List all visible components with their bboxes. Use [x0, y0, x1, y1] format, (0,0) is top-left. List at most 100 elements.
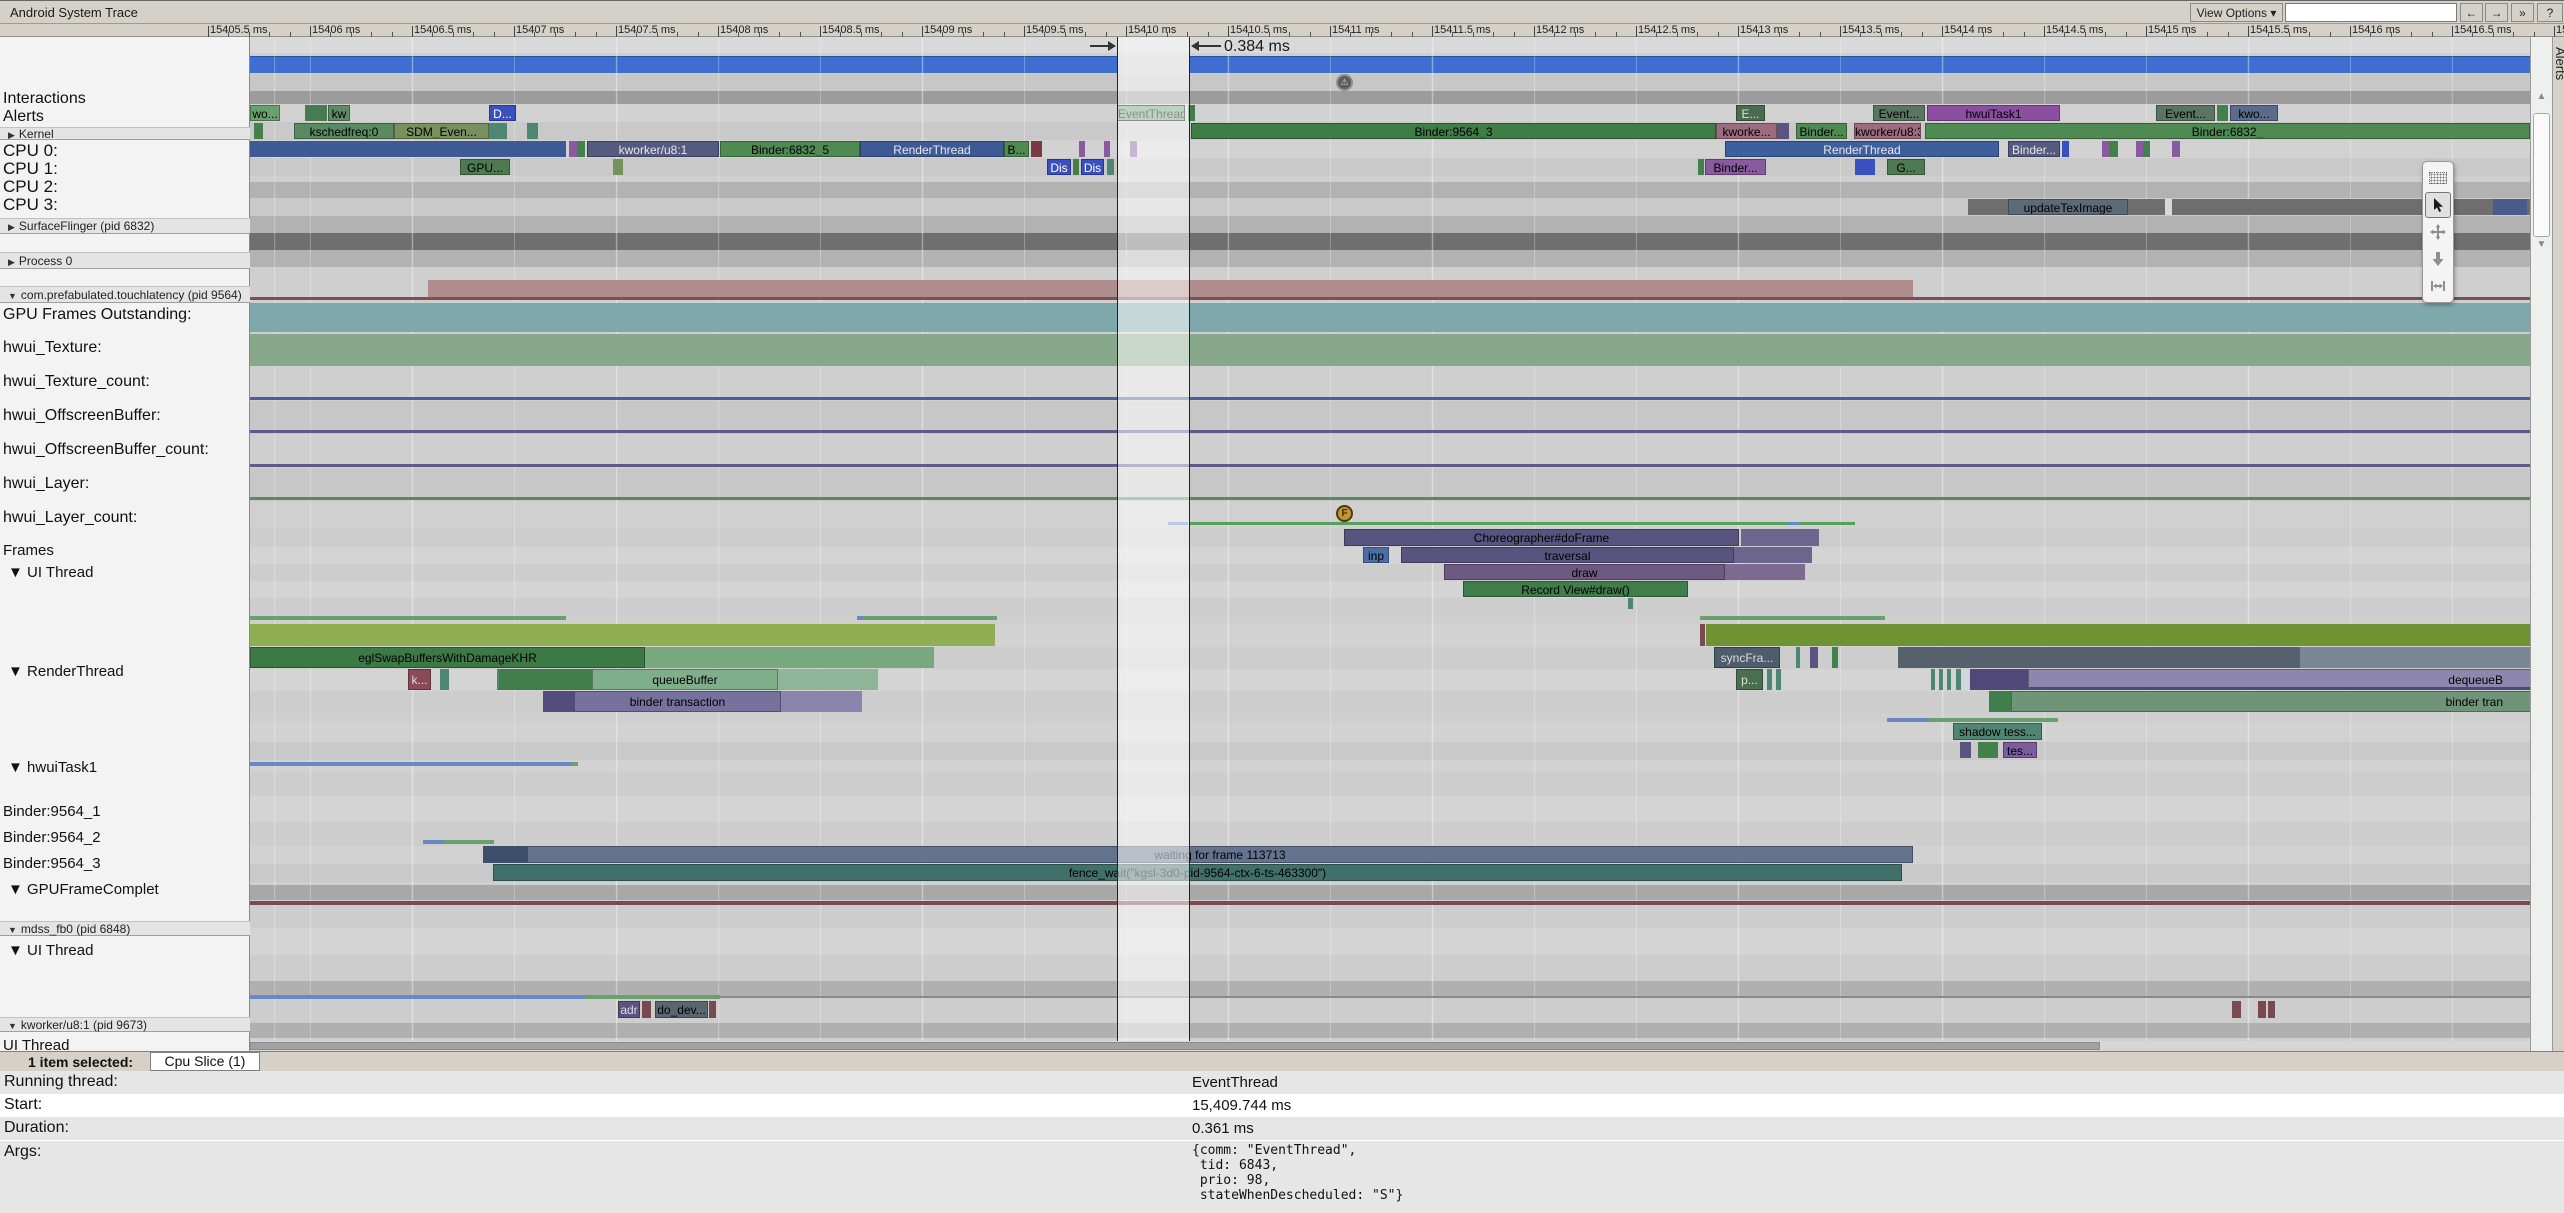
slice-binder-9564-3[interactable]: Binder:9564_3: [1191, 123, 1716, 139]
scroll-down-button[interactable]: [2425, 246, 2451, 272]
slice-tick[interactable]: [1073, 159, 1079, 175]
section-header-com-prefabulated-touchlatency-pid-9564[interactable]: ▼com.prefabulated.touchlatency (pid 9564…: [0, 286, 250, 303]
slice-tick[interactable]: [2300, 647, 2532, 668]
section-header-kernel[interactable]: ▶Kernel: [0, 127, 250, 140]
slice-waiting-for-frame-113713[interactable]: waiting for frame 113713: [527, 846, 1913, 863]
slice-binder-transaction[interactable]: binder transaction: [574, 691, 781, 712]
slice-tick[interactable]: [1810, 647, 1818, 668]
fit-width-button[interactable]: [2425, 273, 2451, 299]
slice-binder[interactable]: Binder...: [2008, 141, 2060, 157]
slice-tick[interactable]: [1777, 123, 1789, 139]
slice-fence-wait-kgsl-3d0-pid-9564-ctx-6-ts-46[interactable]: fence_wait("kgsl-3d0-pid-9564-ctx-6-ts-4…: [493, 864, 1902, 881]
slice-renderthread[interactable]: RenderThread: [860, 141, 1004, 157]
slice-sdm-even[interactable]: SDM_Even...: [394, 123, 489, 139]
slice-draw[interactable]: draw: [1444, 564, 1725, 580]
slice-tick[interactable]: [1700, 624, 1705, 646]
slice-tick[interactable]: [305, 105, 327, 121]
slice-d[interactable]: D...: [489, 105, 516, 121]
slice-event[interactable]: Event...: [1873, 105, 1925, 121]
slice-hwuitask1[interactable]: hwuiTask1: [1927, 105, 2060, 121]
slice-dis[interactable]: Dis: [1081, 159, 1104, 175]
slice-tick[interactable]: [1832, 647, 1838, 668]
slice-tick[interactable]: [1725, 564, 1805, 580]
slice-eventthread[interactable]: EventThread: [1117, 105, 1185, 121]
slice-tick[interactable]: [250, 303, 2532, 332]
slice-renderthread[interactable]: RenderThread: [1725, 141, 1999, 157]
slice-tick[interactable]: [1947, 669, 1951, 690]
slice-tick[interactable]: [527, 123, 538, 139]
slice-tick[interactable]: [543, 691, 574, 712]
slice-shadow-tess[interactable]: shadow tess...: [1953, 723, 2042, 740]
slice-gpu[interactable]: GPU...: [460, 159, 510, 175]
slice-e[interactable]: E...: [1736, 105, 1765, 121]
horizontal-scrollbar[interactable]: [250, 1041, 2530, 1051]
interactions-bar[interactable]: [1190, 56, 2530, 73]
section-header-surfaceflinger-pid-6832[interactable]: ▶SurfaceFlinger (pid 6832): [0, 218, 250, 234]
slice-do-dev[interactable]: do_dev...: [655, 1001, 708, 1018]
slice-tick[interactable]: [428, 280, 1913, 297]
slice-tick[interactable]: [2258, 1001, 2266, 1018]
vertical-scrollbar[interactable]: ▲ ▼: [2530, 37, 2552, 1051]
slice-tick[interactable]: [1698, 159, 1704, 175]
slice-adr[interactable]: adr: [618, 1001, 640, 1018]
slice-tick[interactable]: [1898, 647, 2300, 668]
section-header-mdss-fb0-pid-6848[interactable]: ▼mdss_fb0 (pid 6848): [0, 921, 250, 936]
section-header-kworker-u8-1-pid-9673[interactable]: ▼kworker/u8:1 (pid 9673): [0, 1017, 250, 1032]
slice-kworker-u8-1[interactable]: kworker/u8:1: [587, 141, 719, 157]
scroll-down-icon[interactable]: ▼: [2531, 239, 2552, 250]
slice-tick[interactable]: [1104, 141, 1110, 157]
slice-kwo[interactable]: kwo...: [2230, 105, 2278, 121]
slice-tick[interactable]: [2172, 141, 2180, 157]
slice-tick[interactable]: [2217, 105, 2228, 121]
section-header-process-0[interactable]: ▶Process 0: [0, 252, 250, 269]
slice-tick[interactable]: [778, 669, 878, 690]
slice-tick[interactable]: [1130, 141, 1137, 157]
help-button[interactable]: ?: [2537, 3, 2563, 22]
sidebar-row-ui-thread[interactable]: ▼ UI Thread: [8, 564, 256, 581]
collapse-icon[interactable]: ▼: [8, 288, 17, 304]
slice-tick[interactable]: [1960, 742, 1971, 758]
slice-eglswapbufferswithdamagekhr[interactable]: eglSwapBuffersWithDamageKHR: [250, 647, 645, 668]
more-button[interactable]: »: [2511, 3, 2534, 22]
sidebar-row-hwuitask1[interactable]: ▼ hwuiTask1: [8, 759, 256, 776]
slice-tick[interactable]: [1978, 742, 1998, 758]
slice-tick[interactable]: [2493, 199, 2527, 215]
slice-dis[interactable]: Dis: [1047, 159, 1071, 175]
slice-tick[interactable]: [2143, 141, 2150, 157]
vertical-scrollbar-thumb[interactable]: [2533, 113, 2550, 237]
slice-tick[interactable]: [1741, 529, 1819, 546]
slice-queuebuffer[interactable]: queueBuffer: [592, 669, 778, 690]
slice-tick[interactable]: [1970, 669, 2028, 690]
slice-binder-tran[interactable]: binder tran: [2011, 691, 2532, 712]
slice-kschedfreq-0[interactable]: kschedfreq:0: [294, 123, 394, 139]
expand-icon[interactable]: ▶: [8, 220, 15, 235]
slice-binder-6832[interactable]: Binder:6832_: [1925, 123, 2530, 139]
marquee-zoom-button[interactable]: [2425, 165, 2451, 191]
slice-tes[interactable]: tes...: [2003, 742, 2037, 758]
slice-tick[interactable]: [1188, 105, 1195, 121]
back-button[interactable]: ←: [2460, 3, 2483, 22]
slice-tick[interactable]: [1796, 647, 1800, 668]
sidebar-row-renderthread[interactable]: ▼ RenderThread: [8, 663, 256, 680]
slice-tick[interactable]: [483, 846, 527, 863]
slice-tick[interactable]: [2268, 1001, 2275, 1018]
slice-tick[interactable]: [2102, 141, 2109, 157]
pan-button[interactable]: [2425, 219, 2451, 245]
slice-tick[interactable]: [1855, 159, 1875, 175]
slice-binder-6832-5[interactable]: Binder:6832_5: [720, 141, 860, 157]
slice-tick[interactable]: [1956, 669, 1961, 690]
search-input[interactable]: [2285, 3, 2457, 22]
slice-binder[interactable]: Binder...: [1705, 159, 1766, 175]
slice-tick[interactable]: [1767, 669, 1772, 690]
tab-cpu-slice[interactable]: Cpu Slice (1): [150, 1052, 260, 1071]
slice-tick[interactable]: [642, 1001, 651, 1018]
view-options-button[interactable]: View Options ▾: [2190, 3, 2283, 22]
slice-tick[interactable]: [577, 141, 585, 157]
scroll-up-icon[interactable]: ▲: [2531, 91, 2552, 102]
slice-tick[interactable]: [781, 691, 862, 712]
slice-tick[interactable]: [250, 334, 2532, 366]
slice-record-view-draw[interactable]: Record View#draw(): [1463, 581, 1688, 597]
slice-tick[interactable]: [1107, 159, 1114, 175]
forward-button[interactable]: →: [2485, 3, 2508, 22]
slice-event[interactable]: Event...: [2156, 105, 2215, 121]
